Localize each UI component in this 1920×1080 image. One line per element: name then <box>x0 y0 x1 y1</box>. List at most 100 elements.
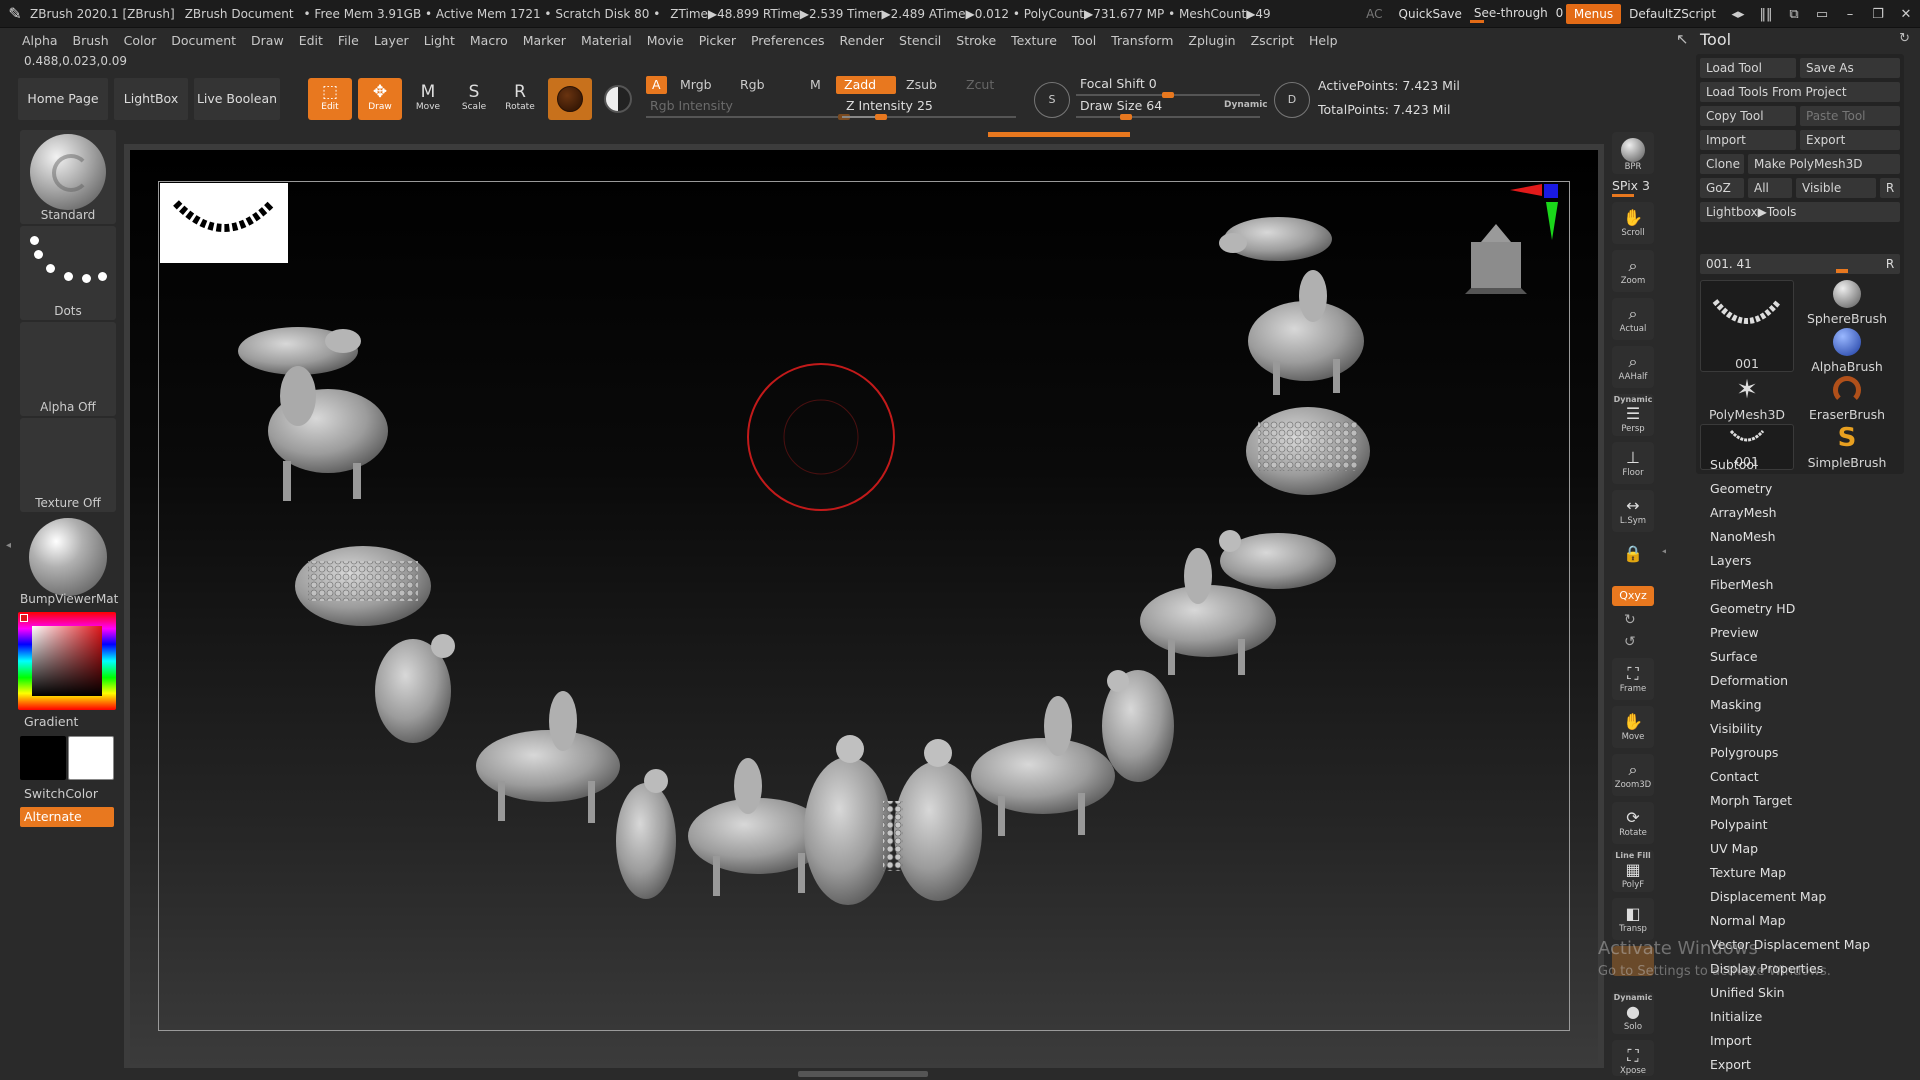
subpalette-normal-map[interactable]: Normal Map <box>1710 909 1910 933</box>
menu-preferences[interactable]: Preferences <box>751 33 825 48</box>
menu-movie[interactable]: Movie <box>647 33 684 48</box>
load-tools-from-project-button[interactable]: Load Tools From Project <box>1700 82 1900 102</box>
spix-slider[interactable]: SPix 3 <box>1612 178 1650 193</box>
brush-button[interactable]: Standard <box>20 130 116 224</box>
subpalette-uv-map[interactable]: UV Map <box>1710 837 1910 861</box>
menu-marker[interactable]: Marker <box>523 33 566 48</box>
tool-index-r-button[interactable]: R <box>1880 254 1900 274</box>
menu-tool[interactable]: Tool <box>1072 33 1096 48</box>
menu-file[interactable]: File <box>338 33 359 48</box>
see-through-knob[interactable] <box>1469 20 1484 23</box>
secondary-color-swatch[interactable] <box>20 736 66 780</box>
focal-shift-slider[interactable]: Focal Shift 0 <box>1076 76 1260 98</box>
necklace-model[interactable] <box>158 181 1570 1031</box>
subpalette-texture-map[interactable]: Texture Map <box>1710 861 1910 885</box>
menu-draw[interactable]: Draw <box>251 33 284 48</box>
main-color-swatch[interactable] <box>68 736 114 780</box>
layout-icon[interactable]: ◂▸ <box>1724 7 1752 22</box>
subpalette-polypaint[interactable]: Polypaint <box>1710 813 1910 837</box>
menu-color[interactable]: Color <box>124 33 157 48</box>
gradient-label[interactable]: Gradient <box>24 714 78 729</box>
material-button[interactable] <box>548 78 592 120</box>
mrgb-toggle[interactable]: Mrgb <box>672 76 720 94</box>
goz-button[interactable]: GoZ <box>1700 178 1744 198</box>
close-icon[interactable]: ✕ <box>1892 7 1920 22</box>
monitor-icon[interactable]: ▭ <box>1808 7 1836 22</box>
subpalette-initialize[interactable]: Initialize <box>1710 1005 1910 1029</box>
palette-reset-icon[interactable]: ↻ <box>1899 31 1910 46</box>
subpalette-fibermesh[interactable]: FiberMesh <box>1710 573 1910 597</box>
floor-button[interactable]: ⊥ Floor <box>1612 442 1654 484</box>
edit-button[interactable]: ⬚ Edit <box>308 78 352 120</box>
color-picker-square[interactable] <box>32 626 102 696</box>
solo-button[interactable]: Dynamic ● Solo <box>1612 992 1654 1034</box>
tool-thumb-eraserbrush[interactable]: EraserBrush <box>1800 376 1894 422</box>
spix-knob[interactable] <box>1612 194 1634 197</box>
tool-palette-header[interactable]: ↖ Tool ↻ <box>1666 28 1920 52</box>
rotate-z-icon[interactable]: ↺ <box>1624 634 1636 650</box>
actual-button[interactable]: ⌕ Actual <box>1612 298 1654 340</box>
tool-thumb-alphabrush[interactable]: AlphaBrush <box>1800 328 1894 374</box>
persp-button[interactable]: Dynamic ☰ Persp <box>1612 394 1654 436</box>
texture-button[interactable]: Texture Off <box>20 418 116 512</box>
subpalette-contact[interactable]: Contact <box>1710 765 1910 789</box>
palette-icon[interactable]: ⧉ <box>1780 7 1808 22</box>
menu-zplugin[interactable]: Zplugin <box>1188 33 1235 48</box>
lsym-button[interactable]: ↔ L.Sym <box>1612 490 1654 532</box>
tool-index-slider[interactable]: 001. 41 R <box>1700 254 1900 274</box>
tool-thumb-necklace[interactable]: 001 <box>1700 280 1794 372</box>
subpalette-geometry[interactable]: Geometry <box>1710 477 1910 501</box>
bpr-button[interactable]: BPR <box>1612 132 1654 174</box>
rgb-intensity-slider[interactable]: Rgb Intensity <box>646 98 850 120</box>
tool-thumb-spherebrush[interactable]: SphereBrush <box>1800 280 1894 326</box>
move-button[interactable]: M Move <box>406 78 450 120</box>
paste-tool-button[interactable]: Paste Tool <box>1800 106 1900 126</box>
subpalette-nanomesh[interactable]: NanoMesh <box>1710 525 1910 549</box>
zoom-button[interactable]: ⌕ Zoom <box>1612 250 1654 292</box>
palette-collapse-icon[interactable]: ↖ <box>1676 30 1689 48</box>
goz-visible-button[interactable]: Visible <box>1796 178 1876 198</box>
rotate-y-icon[interactable]: ↻ <box>1624 612 1636 628</box>
subpalette-unified-skin[interactable]: Unified Skin <box>1710 981 1910 1005</box>
lightbox-button[interactable]: LightBox <box>114 78 188 120</box>
stroke-button[interactable]: Dots <box>20 226 116 320</box>
tool-index-knob[interactable] <box>1836 269 1848 273</box>
navigation-cube[interactable] <box>1465 222 1527 294</box>
quicksave-button[interactable]: QuickSave <box>1391 4 1470 24</box>
aahalf-button[interactable]: ⌕ AAHalf <box>1612 346 1654 388</box>
stroke-s-button[interactable]: S <box>1034 82 1070 118</box>
see-through-slider[interactable]: See-through 0 <box>1469 4 1566 24</box>
home-page-button[interactable]: Home Page <box>18 78 108 120</box>
color-sphere-button[interactable] <box>598 78 638 120</box>
rgb-toggle[interactable]: Rgb <box>732 76 773 94</box>
xyz-toggle[interactable]: Qxyz <box>1612 586 1654 606</box>
menu-brush[interactable]: Brush <box>73 33 109 48</box>
subpalette-arraymesh[interactable]: ArrayMesh <box>1710 501 1910 525</box>
zadd-toggle[interactable]: Zadd <box>836 76 896 94</box>
menu-stencil[interactable]: Stencil <box>899 33 941 48</box>
live-boolean-button[interactable]: Live Boolean <box>194 78 280 120</box>
menu-stroke[interactable]: Stroke <box>956 33 996 48</box>
z-intensity-knob[interactable] <box>875 114 887 120</box>
transp-button[interactable]: ◧ Transp <box>1612 898 1654 940</box>
subpalette-import[interactable]: Import <box>1710 1029 1910 1053</box>
copy-tool-button[interactable]: Copy Tool <box>1700 106 1796 126</box>
frame-button[interactable]: ⛶ Frame <box>1612 658 1654 700</box>
menu-zscript[interactable]: Zscript <box>1251 33 1294 48</box>
color-picker[interactable] <box>18 612 116 710</box>
subpalette-preview[interactable]: Preview <box>1710 621 1910 645</box>
subpalette-deformation[interactable]: Deformation <box>1710 669 1910 693</box>
xpose-button[interactable]: ⛶ Xpose <box>1612 1040 1654 1076</box>
export-button[interactable]: Export <box>1800 130 1900 150</box>
scale-button[interactable]: S Scale <box>452 78 496 120</box>
tool-thumb-polymesh3d[interactable]: ✶ PolyMesh3D <box>1700 376 1794 422</box>
rotate-button[interactable]: R Rotate <box>498 78 542 120</box>
menu-transform[interactable]: Transform <box>1111 33 1173 48</box>
goz-r-button[interactable]: R <box>1880 178 1900 198</box>
a-toggle[interactable]: A <box>646 76 667 94</box>
subpalette-masking[interactable]: Masking <box>1710 693 1910 717</box>
load-tool-button[interactable]: Load Tool <box>1700 58 1796 78</box>
draw-size-knob[interactable] <box>1120 114 1132 120</box>
subpalette-subtool[interactable]: Subtool <box>1710 453 1910 477</box>
default-zscript-button[interactable]: DefaultZScript <box>1621 4 1724 24</box>
